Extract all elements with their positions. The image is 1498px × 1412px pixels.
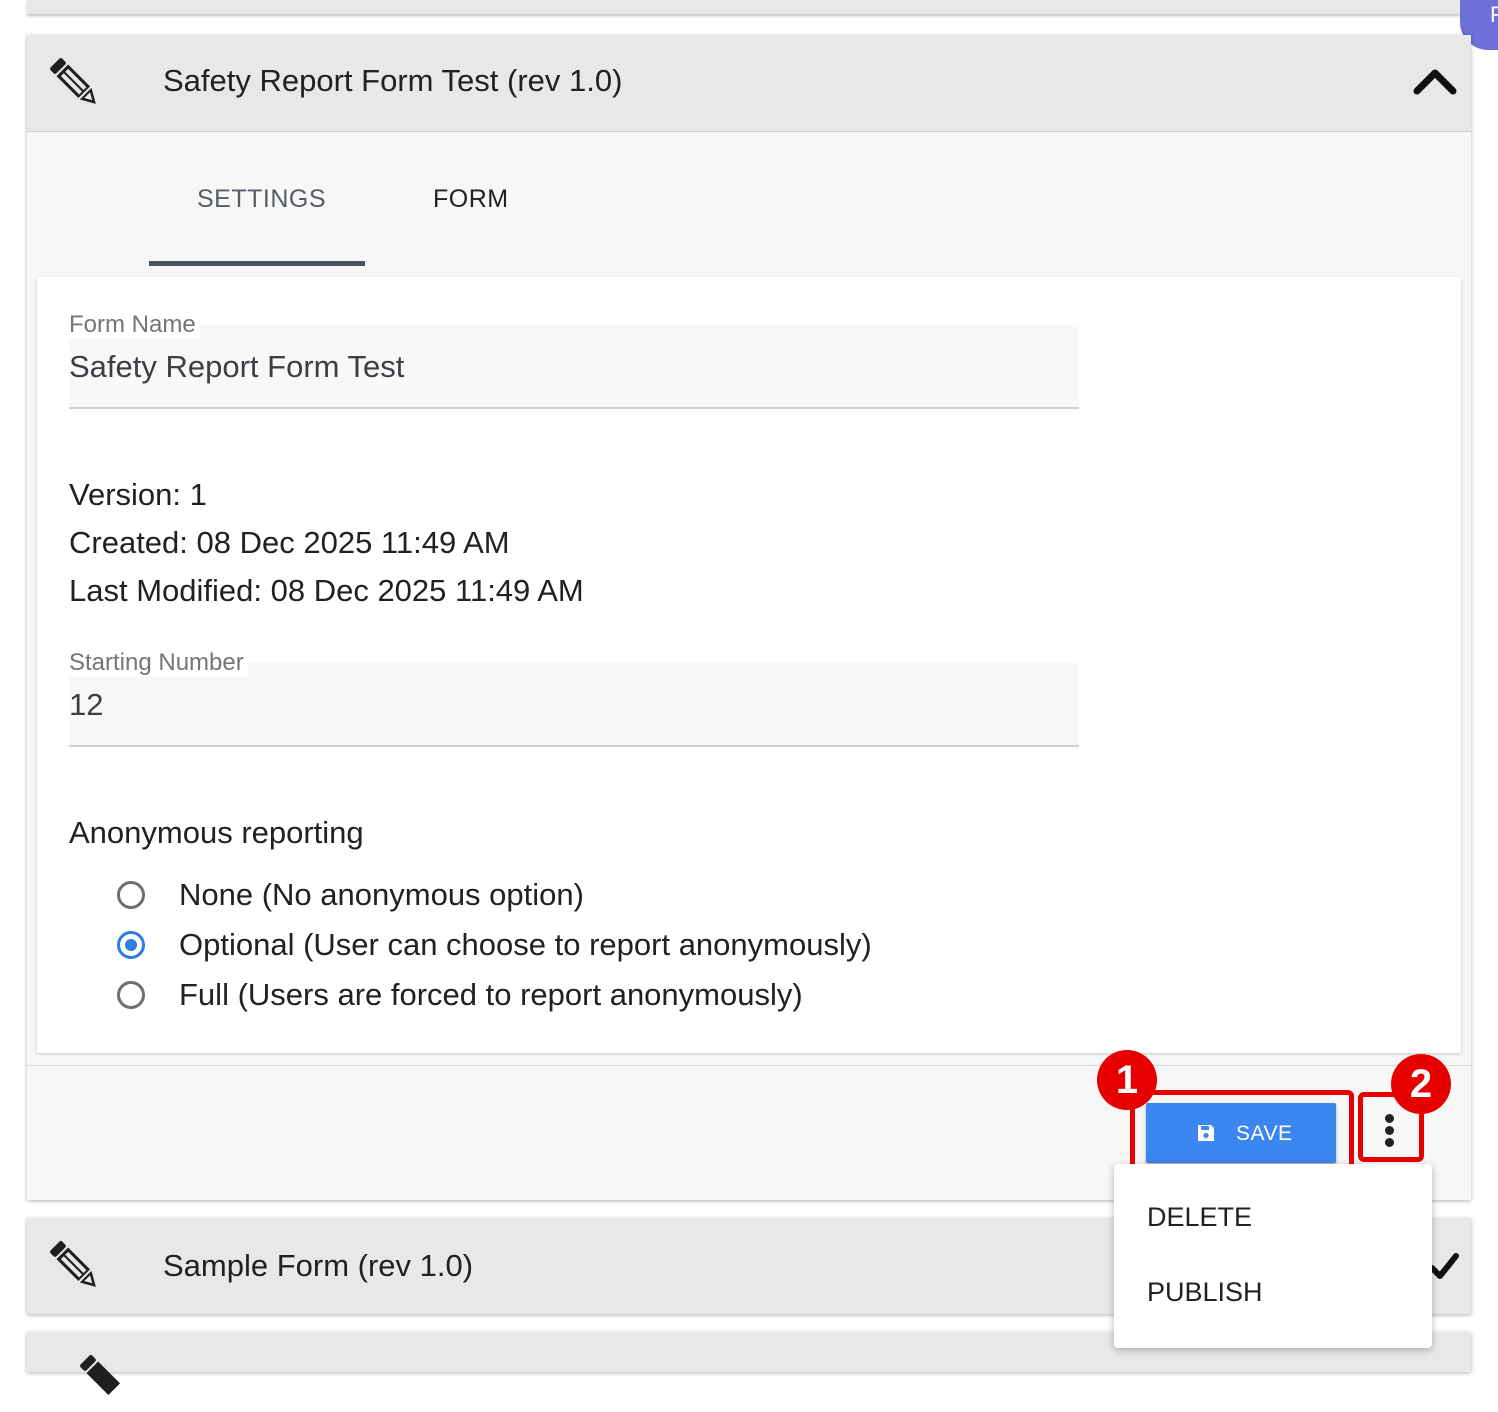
- previous-panel[interactable]: [27, 0, 1471, 14]
- panel-title: Safety Report Form Test (rev 1.0): [163, 63, 623, 98]
- radio-button-checked[interactable]: [117, 931, 145, 959]
- radio-button[interactable]: [117, 981, 145, 1009]
- pencil-icon: [80, 1355, 121, 1396]
- avatar-initial: F: [1490, 2, 1498, 27]
- version-text: Version: 1: [69, 477, 207, 512]
- panel-header[interactable]: Safety Report Form Test (rev 1.0): [27, 35, 1471, 132]
- starting-number-field[interactable]: Starting Number 12: [69, 649, 1079, 747]
- more-options-menu: DELETE PUBLISH: [1114, 1164, 1432, 1348]
- radio-button[interactable]: [117, 881, 145, 909]
- created-text: Created: 08 Dec 2025 11:49 AM: [69, 525, 510, 560]
- annotation-badge-1: 1: [1097, 1050, 1157, 1110]
- pencil-icon: [50, 1241, 96, 1287]
- radio-label: None (No anonymous option): [179, 877, 584, 912]
- footer-divider: [27, 1065, 1471, 1066]
- active-tab-indicator: [149, 261, 365, 266]
- form-name-input[interactable]: Safety Report Form Test: [69, 349, 404, 385]
- check-icon: [1429, 1253, 1459, 1279]
- tab-settings[interactable]: SETTINGS: [197, 185, 326, 214]
- starting-number-input[interactable]: 12: [69, 687, 103, 723]
- form-name-field[interactable]: Form Name Safety Report Form Test: [69, 311, 1079, 409]
- annotation-badge-2: 2: [1391, 1054, 1451, 1114]
- tab-form[interactable]: FORM: [433, 185, 509, 214]
- form-name-label: Form Name: [69, 311, 200, 339]
- radio-label: Full (Users are forced to report anonymo…: [179, 977, 803, 1012]
- pencil-icon: [50, 58, 96, 104]
- last-modified-text: Last Modified: 08 Dec 2025 11:49 AM: [69, 573, 584, 608]
- panel-title: Sample Form (rev 1.0): [163, 1248, 474, 1283]
- starting-number-label: Starting Number: [69, 649, 248, 677]
- anonymous-reporting-label: Anonymous reporting: [69, 815, 364, 850]
- form-panel-safety-report: Safety Report Form Test (rev 1.0) SETTIN…: [27, 35, 1471, 1200]
- menu-item-publish[interactable]: PUBLISH: [1147, 1277, 1263, 1308]
- settings-card: Form Name Safety Report Form Test Versio…: [37, 277, 1461, 1053]
- chevron-up-icon[interactable]: [1413, 65, 1457, 95]
- radio-label: Optional (User can choose to report anon…: [179, 927, 872, 962]
- menu-item-delete[interactable]: DELETE: [1147, 1202, 1252, 1233]
